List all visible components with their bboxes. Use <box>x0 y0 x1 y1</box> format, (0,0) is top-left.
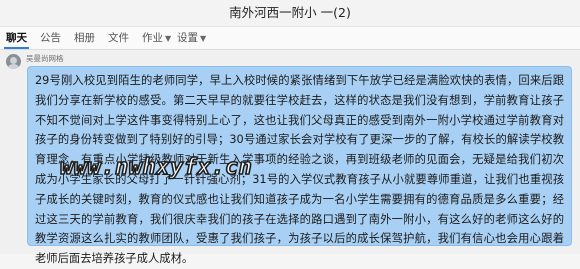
chat-area: 吴曼尚网格 29号刚入校见到陌生的老师同学，早上入校时候的紧张情绪到下午放学已经… <box>0 50 580 265</box>
avatar[interactable] <box>6 54 21 69</box>
tab-announcement[interactable]: 公告 <box>40 27 61 49</box>
chevron-down-icon: ▼ <box>165 34 172 43</box>
sender-name: 吴曼尚网格 <box>26 54 64 63</box>
window-title: 南外河西一附小 一(2) <box>0 0 580 27</box>
tab-settings-dropdown[interactable]: 设置 ▼ <box>177 27 206 49</box>
tab-chat[interactable]: 聊天 <box>4 27 29 49</box>
tab-homework-dropdown[interactable]: 作业 ▼ <box>142 27 171 49</box>
tab-files[interactable]: 文件 <box>108 27 129 49</box>
tab-settings: 设置 <box>177 32 198 44</box>
tab-album[interactable]: 相册 <box>74 27 95 49</box>
message-text: 29号刚入校见到陌生的老师同学，早上入校时候的紧张情绪到下午放学已经是满脸欢快的… <box>35 74 564 266</box>
chevron-down-icon: ▼ <box>200 34 207 43</box>
message-bubble[interactable]: 29号刚入校见到陌生的老师同学，早上入校时候的紧张情绪到下午放学已经是满脸欢快的… <box>27 66 572 265</box>
tab-bar: 聊天 公告 相册 文件 作业 ▼ 设置 ▼ <box>0 27 580 50</box>
tab-homework: 作业 <box>142 32 163 44</box>
